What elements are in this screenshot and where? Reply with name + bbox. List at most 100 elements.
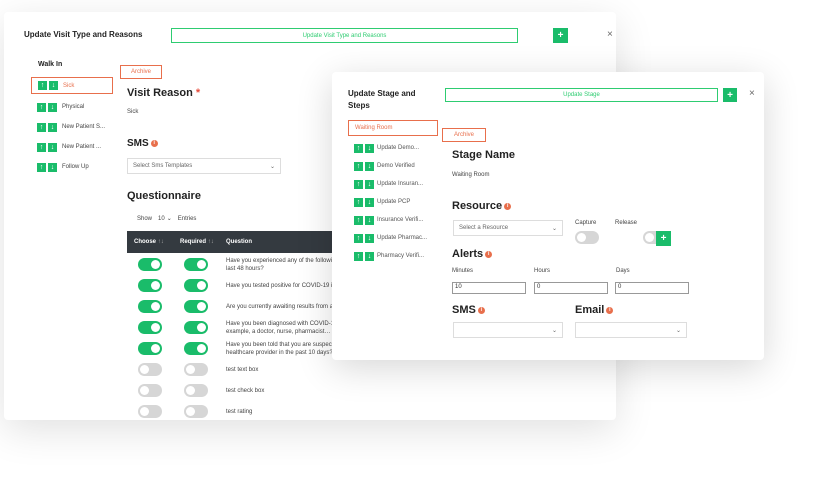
add-button[interactable]: + [723, 88, 737, 102]
chevron-down-icon: ⌄ [166, 216, 172, 222]
arrow-down-icon[interactable]: ↓ [48, 162, 57, 172]
resource-select[interactable]: Select a Resource ⌄ [453, 220, 563, 236]
archive-button[interactable]: Archive [442, 128, 486, 142]
choose-toggle[interactable] [138, 258, 162, 271]
sms-label: SMS [452, 304, 476, 316]
arrow-down-icon[interactable]: ↓ [49, 81, 58, 90]
table-row: Have you been told that you are suspect…… [127, 338, 352, 359]
stage-item-waiting-room[interactable]: Waiting Room [348, 120, 438, 136]
choose-toggle[interactable] [138, 300, 162, 313]
step-item[interactable]: ↑ ↓ Demo Verified [354, 158, 434, 174]
arrow-up-icon[interactable]: ↑ [354, 179, 363, 189]
choose-toggle[interactable] [138, 342, 162, 355]
step-label: Update Demo... [377, 145, 420, 151]
close-icon[interactable]: × [749, 88, 755, 99]
required-toggle[interactable] [184, 363, 208, 376]
arrow-up-icon[interactable]: ↑ [37, 122, 46, 132]
step-item[interactable]: ↑ ↓ Update Demo... [354, 140, 434, 156]
arrow-down-icon[interactable]: ↓ [365, 233, 374, 243]
choose-toggle[interactable] [138, 279, 162, 292]
add-button[interactable]: + [553, 28, 568, 43]
arrow-up-icon[interactable]: ↑ [354, 197, 363, 207]
sidebar-item-follow-up[interactable]: ↑ ↓ Follow Up [31, 160, 113, 174]
modal-title: Update Stage and Steps [348, 89, 416, 110]
required-toggle[interactable] [184, 342, 208, 355]
sms-label: SMS [127, 138, 149, 149]
archive-button[interactable]: Archive [120, 65, 162, 79]
arrow-down-icon[interactable]: ↓ [365, 161, 374, 171]
choose-toggle[interactable] [138, 405, 162, 418]
arrow-down-icon[interactable]: ↓ [365, 215, 374, 225]
step-item[interactable]: ↑ ↓ Update PCP [354, 194, 434, 210]
arrow-up-icon[interactable]: ↑ [354, 215, 363, 225]
visit-reason-label: Visit Reason [127, 87, 193, 99]
sidebar-item-new-patient[interactable]: ↑ ↓ New Patient ... [31, 140, 113, 154]
col-question[interactable]: Question [226, 239, 252, 245]
col-required[interactable]: Required ↑↓ [180, 239, 214, 245]
close-icon[interactable]: × [607, 29, 613, 40]
email-select[interactable]: ⌄ [575, 322, 687, 338]
arrow-up-icon[interactable]: ↑ [38, 81, 47, 90]
arrow-down-icon[interactable]: ↓ [365, 251, 374, 261]
resource-label: Resource [452, 200, 503, 212]
required-toggle[interactable] [184, 321, 208, 334]
table-header: Choose ↑↓ Required ↑↓ Question [127, 231, 352, 253]
visit-reason-heading: Visit Reason * [127, 87, 200, 99]
step-label: Update Pharmac... [377, 235, 428, 241]
arrow-down-icon[interactable]: ↓ [48, 122, 57, 132]
minutes-input[interactable]: 10 [452, 282, 526, 294]
required-mark: * [195, 87, 201, 99]
choose-toggle[interactable] [138, 363, 162, 376]
sidebar-item-sick[interactable]: ↑ ↓ Sick [31, 77, 113, 94]
hours-input[interactable]: 0 [534, 282, 608, 294]
choose-toggle[interactable] [138, 384, 162, 397]
required-toggle[interactable] [184, 384, 208, 397]
chevron-down-icon: ⌄ [551, 225, 557, 232]
choose-toggle[interactable] [138, 321, 162, 334]
update-stage-button[interactable]: Update Stage [445, 88, 718, 102]
required-toggle[interactable] [184, 405, 208, 418]
capture-toggle[interactable] [575, 231, 599, 244]
arrow-up-icon[interactable]: ↑ [354, 251, 363, 261]
update-visit-type-button[interactable]: Update Visit Type and Reasons [171, 28, 518, 43]
arrow-up-icon[interactable]: ↑ [37, 142, 46, 152]
col-choose[interactable]: Choose ↑↓ [134, 239, 164, 245]
arrow-down-icon[interactable]: ↓ [365, 197, 374, 207]
info-icon: i [485, 250, 493, 258]
add-resource-button[interactable]: + [656, 231, 671, 246]
step-item[interactable]: ↑ ↓ Pharmacy Verifi... [354, 248, 434, 264]
arrow-down-icon[interactable]: ↓ [48, 102, 57, 112]
step-item[interactable]: ↑ ↓ Update Pharmac... [354, 230, 434, 246]
table-row: Have you experienced any of the followi…… [127, 254, 352, 275]
step-item[interactable]: ↑ ↓ Update Insuran... [354, 176, 434, 192]
arrow-up-icon[interactable]: ↑ [37, 102, 46, 112]
arrow-down-icon[interactable]: ↓ [365, 179, 374, 189]
arrow-up-icon[interactable]: ↑ [354, 161, 363, 171]
stage-steps-modal: Update Stage and Steps Update Stage + × … [332, 72, 764, 360]
entries-label: Entries [177, 215, 197, 222]
table-row: test rating [127, 401, 352, 422]
sms-select[interactable]: ⌄ [453, 322, 563, 338]
sidebar-item-new-patient-s[interactable]: ↑ ↓ New Patient S... [31, 120, 113, 134]
info-icon: i [477, 306, 485, 314]
required-toggle[interactable] [184, 279, 208, 292]
arrow-down-icon[interactable]: ↓ [48, 142, 57, 152]
sms-heading: SMS i [452, 304, 485, 316]
arrow-up-icon[interactable]: ↑ [37, 162, 46, 172]
step-item[interactable]: ↑ ↓ Insurance Verifi... [354, 212, 434, 228]
entries-select[interactable]: 10 ⌄ [158, 215, 172, 223]
required-toggle[interactable] [184, 258, 208, 271]
sidebar-item-physical[interactable]: ↑ ↓ Physical [31, 100, 113, 114]
chevron-down-icon: ⌄ [551, 327, 557, 334]
required-toggle[interactable] [184, 300, 208, 313]
email-heading: Email i [575, 304, 614, 316]
info-icon: i [606, 306, 614, 314]
table-row: Have you tested positive for COVID-19 in… [127, 275, 352, 296]
sms-template-select[interactable]: Select Sms Templates ⌄ [127, 158, 281, 174]
arrow-up-icon[interactable]: ↑ [354, 143, 363, 153]
days-input[interactable]: 0 [615, 282, 689, 294]
arrow-down-icon[interactable]: ↓ [365, 143, 374, 153]
sms-heading: SMS i [127, 138, 158, 149]
arrow-up-icon[interactable]: ↑ [354, 233, 363, 243]
sms-select-text: Select Sms Templates [133, 163, 193, 169]
